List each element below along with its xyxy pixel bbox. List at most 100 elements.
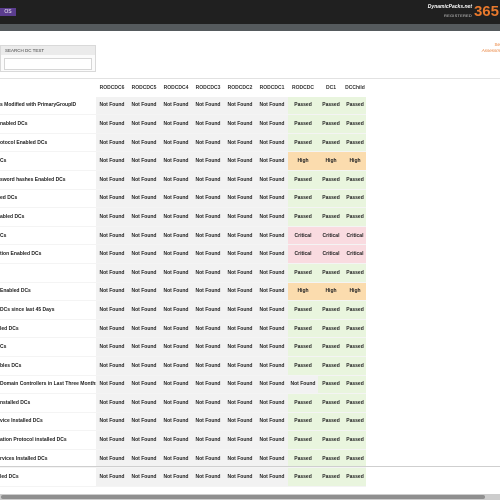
test-name-cell[interactable]: nstalled DCs bbox=[0, 393, 96, 413]
status-cell[interactable]: Not Found bbox=[224, 170, 256, 190]
test-name-cell[interactable]: led DCs bbox=[0, 319, 96, 338]
test-name-cell[interactable]: vice Installed DCs bbox=[0, 412, 96, 431]
status-cell[interactable]: Passed bbox=[288, 263, 318, 283]
status-cell[interactable]: High bbox=[344, 282, 366, 301]
test-name-cell[interactable]: Domain Controllers in Last Three Months bbox=[0, 375, 96, 394]
status-cell[interactable]: Not Found bbox=[160, 393, 192, 413]
status-cell[interactable]: Passed bbox=[318, 300, 344, 320]
status-cell[interactable]: Passed bbox=[288, 170, 318, 190]
status-cell[interactable]: Not Found bbox=[224, 282, 256, 301]
status-cell[interactable]: Not Found bbox=[160, 337, 192, 357]
status-cell[interactable]: Not Found bbox=[192, 337, 224, 357]
status-cell[interactable]: Not Found bbox=[224, 244, 256, 264]
status-cell[interactable]: Passed bbox=[318, 170, 344, 190]
right-panel-line2[interactable]: Assessm bbox=[482, 48, 500, 54]
brand-number[interactable]: 365 bbox=[474, 4, 499, 20]
status-cell[interactable]: Not Found bbox=[96, 430, 128, 450]
status-cell[interactable]: Passed bbox=[318, 207, 344, 227]
status-cell[interactable]: Passed bbox=[288, 189, 318, 208]
status-cell[interactable]: Not Found bbox=[224, 226, 256, 245]
status-cell[interactable]: Not Found bbox=[160, 170, 192, 190]
status-cell[interactable]: Not Found bbox=[192, 282, 224, 301]
status-cell[interactable]: Not Found bbox=[160, 412, 192, 431]
status-cell[interactable]: Passed bbox=[318, 263, 344, 283]
status-cell[interactable]: High bbox=[318, 282, 344, 301]
status-cell[interactable]: Not Found bbox=[192, 96, 224, 115]
status-cell[interactable]: High bbox=[288, 151, 318, 171]
status-cell[interactable]: Not Found bbox=[192, 226, 224, 245]
status-cell[interactable]: Not Found bbox=[96, 300, 128, 320]
status-cell[interactable]: Not Found bbox=[224, 356, 256, 375]
status-cell[interactable]: Not Found bbox=[256, 96, 288, 115]
status-cell[interactable]: Passed bbox=[344, 207, 366, 227]
table-row[interactable]: abled DCs Not Found Not Found Not Found Not … bbox=[0, 207, 366, 227]
status-cell[interactable]: High bbox=[288, 282, 318, 301]
status-cell[interactable]: Passed bbox=[344, 319, 366, 338]
status-cell[interactable]: Passed bbox=[288, 319, 318, 338]
status-cell[interactable]: Not Found bbox=[256, 282, 288, 301]
status-cell[interactable]: Not Found bbox=[96, 467, 128, 487]
status-cell[interactable]: High bbox=[318, 151, 344, 171]
status-cell[interactable]: Not Found bbox=[192, 114, 224, 134]
test-name-cell[interactable]: Cs bbox=[0, 226, 96, 245]
status-cell[interactable]: Passed bbox=[288, 114, 318, 134]
status-cell[interactable]: Not Found bbox=[128, 151, 160, 171]
status-cell[interactable]: Passed bbox=[288, 133, 318, 152]
status-cell[interactable]: Not Found bbox=[192, 300, 224, 320]
status-cell[interactable]: Not Found bbox=[192, 319, 224, 338]
status-cell[interactable]: Not Found bbox=[128, 263, 160, 283]
status-cell[interactable]: Not Found bbox=[160, 356, 192, 375]
column-header-dc[interactable]: DC1 bbox=[318, 79, 344, 97]
status-cell[interactable]: Passed bbox=[344, 170, 366, 190]
status-cell[interactable]: Not Found bbox=[224, 393, 256, 413]
status-cell[interactable]: Not Found bbox=[224, 300, 256, 320]
status-cell[interactable]: Not Found bbox=[224, 263, 256, 283]
status-cell[interactable]: High bbox=[344, 151, 366, 171]
status-cell[interactable]: Not Found bbox=[256, 430, 288, 450]
horizontal-scrollbar[interactable] bbox=[0, 494, 500, 500]
status-cell[interactable]: Not Found bbox=[160, 151, 192, 171]
column-header-dc[interactable]: RODCDC bbox=[288, 79, 318, 97]
status-cell[interactable]: Not Found bbox=[160, 430, 192, 450]
status-cell[interactable]: Not Found bbox=[192, 467, 224, 487]
status-cell[interactable]: Not Found bbox=[224, 430, 256, 450]
status-cell[interactable]: Not Found bbox=[192, 412, 224, 431]
status-cell[interactable]: Not Found bbox=[160, 244, 192, 264]
status-cell[interactable]: Not Found bbox=[128, 170, 160, 190]
column-header-dc[interactable]: RODCDC5 bbox=[128, 79, 160, 97]
status-cell[interactable]: Not Found bbox=[96, 319, 128, 338]
status-cell[interactable]: Passed bbox=[344, 356, 366, 375]
table-row[interactable]: Domain Controllers in Last Three Months N… bbox=[0, 375, 366, 394]
status-cell[interactable]: Not Found bbox=[96, 375, 128, 394]
table-row[interactable]: Enabled DCs Not Found Not Found Not Found No… bbox=[0, 282, 366, 301]
status-cell[interactable]: Not Found bbox=[160, 282, 192, 301]
status-cell[interactable]: Passed bbox=[288, 337, 318, 357]
status-cell[interactable]: Not Found bbox=[128, 393, 160, 413]
status-cell[interactable]: Passed bbox=[318, 133, 344, 152]
status-cell[interactable]: Not Found bbox=[224, 375, 256, 394]
column-header-dc[interactable]: DCChild bbox=[344, 79, 366, 97]
status-cell[interactable]: Not Found bbox=[160, 300, 192, 320]
status-cell[interactable]: Not Found bbox=[160, 207, 192, 227]
status-cell[interactable]: Not Found bbox=[128, 337, 160, 357]
status-cell[interactable]: Passed bbox=[344, 337, 366, 357]
status-cell[interactable]: Critical bbox=[318, 244, 344, 264]
table-row[interactable]: led DCs Not Found Not Found Not Found Not Fo… bbox=[0, 467, 366, 487]
status-cell[interactable]: Passed bbox=[344, 393, 366, 413]
status-cell[interactable]: Not Found bbox=[192, 151, 224, 171]
status-cell[interactable]: Not Found bbox=[160, 189, 192, 208]
status-cell[interactable]: Not Found bbox=[128, 282, 160, 301]
status-cell[interactable]: Not Found bbox=[160, 226, 192, 245]
status-cell[interactable]: Not Found bbox=[224, 189, 256, 208]
status-cell[interactable]: Not Found bbox=[160, 263, 192, 283]
status-cell[interactable]: Not Found bbox=[256, 133, 288, 152]
status-cell[interactable]: Not Found bbox=[128, 300, 160, 320]
table-row[interactable]: nabled DCs Not Found Not Found Not Found Not… bbox=[0, 114, 366, 134]
status-cell[interactable]: Not Found bbox=[256, 337, 288, 357]
status-cell[interactable]: Passed bbox=[344, 300, 366, 320]
status-cell[interactable]: Not Found bbox=[256, 467, 288, 487]
status-cell[interactable]: Not Found bbox=[256, 300, 288, 320]
status-cell[interactable]: Not Found bbox=[192, 375, 224, 394]
status-cell[interactable]: Passed bbox=[344, 430, 366, 450]
status-cell[interactable]: Not Found bbox=[192, 263, 224, 283]
